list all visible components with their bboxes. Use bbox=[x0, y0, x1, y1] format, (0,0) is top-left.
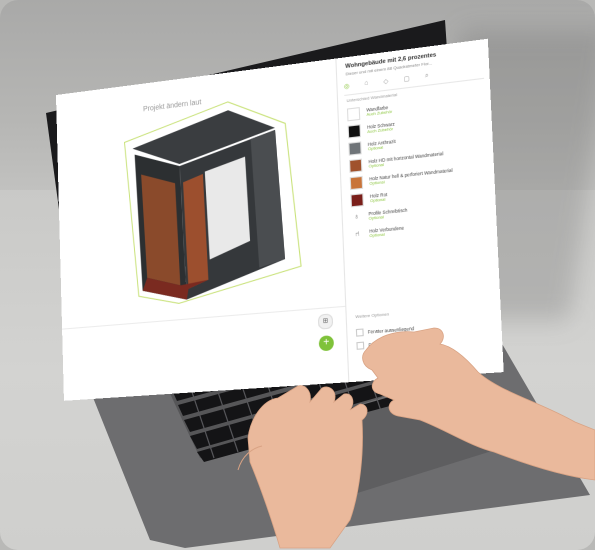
left-hand bbox=[247, 385, 368, 549]
photo-scene: Projekt ändern laut Wohngebäude mit 2,6 … bbox=[0, 0, 595, 550]
hands bbox=[237, 327, 595, 549]
right-hand bbox=[362, 327, 595, 481]
